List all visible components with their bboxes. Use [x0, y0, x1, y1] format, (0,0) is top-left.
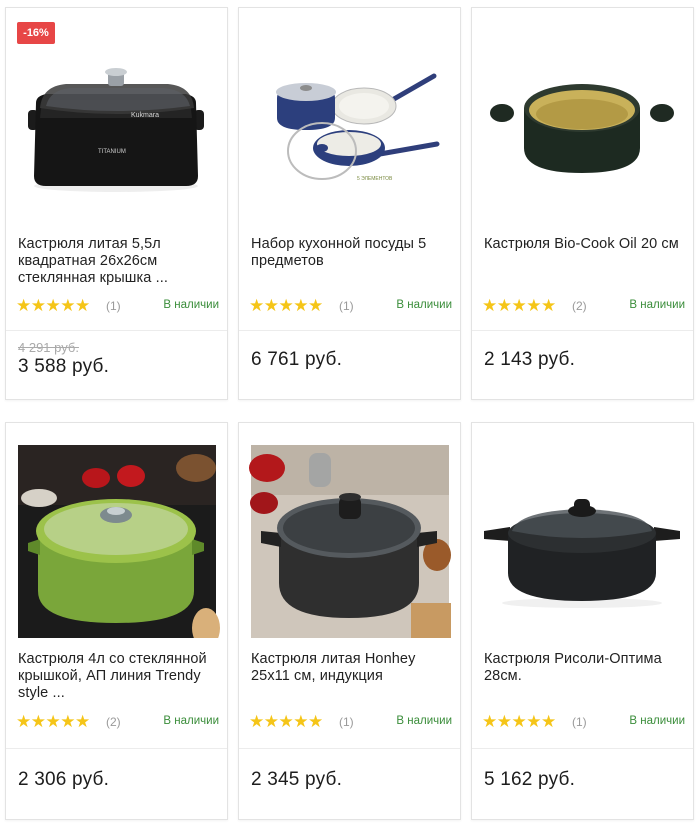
availability-status: В наличии	[629, 299, 685, 311]
svg-text:TITANIUM: TITANIUM	[98, 149, 126, 155]
review-count[interactable]: (1)	[339, 715, 354, 729]
price-block: 2 306 руб.	[18, 769, 109, 791]
price: 2 345 руб.	[251, 769, 343, 790]
product-title[interactable]: Кастрюля литая Honhey 25х11 см, индукция	[251, 651, 451, 685]
product-card[interactable]: Кастрюля Bio-Cook Oil 20 см ★★★★★ (2) В …	[471, 7, 694, 400]
availability-status: В наличии	[629, 715, 685, 727]
product-card[interactable]: Kukmara TITANIUM -16% Кастрюля литая 5,5…	[5, 7, 228, 400]
price-block: 4 291 руб. 3 588 руб.	[18, 340, 109, 378]
rating-row: ★★★★★ (2) В наличии	[16, 713, 219, 731]
star-rating-icon: ★★★★★	[482, 712, 556, 731]
product-image[interactable]	[239, 423, 460, 638]
svg-text:Kukmara: Kukmara	[131, 112, 159, 119]
price: 2 306 руб.	[18, 769, 110, 790]
black-casserole-image	[484, 499, 680, 608]
rating-row: ★★★★★ (1) В наличии	[16, 297, 219, 315]
divider	[472, 330, 693, 331]
price: 5 162 руб.	[484, 769, 576, 790]
product-title[interactable]: Кастрюля Bio-Cook Oil 20 см	[484, 236, 684, 253]
review-count[interactable]: (1)	[339, 299, 354, 313]
green-pot-image	[490, 84, 674, 173]
price-block: 2 143 руб.	[484, 349, 575, 371]
price: 2 143 руб.	[484, 349, 576, 370]
review-count[interactable]: (1)	[572, 715, 587, 729]
star-rating-icon: ★★★★★	[249, 712, 323, 731]
rating-row: ★★★★★ (1) В наличии	[249, 297, 452, 315]
availability-status: В наличии	[163, 715, 219, 727]
product-title[interactable]: Кастрюля Рисоли-Оптима 28см.	[484, 651, 684, 685]
price-block: 5 162 руб.	[484, 769, 575, 791]
product-card[interactable]: Кастрюля 4л со стеклянной крышкой, АП ли…	[5, 422, 228, 820]
product-card[interactable]: Кастрюля литая Honhey 25х11 см, индукция…	[238, 422, 461, 820]
price-block: 6 761 руб.	[251, 349, 342, 371]
product-title[interactable]: Набор кухонной посуды 5 предметов	[251, 236, 451, 270]
availability-status: В наличии	[396, 715, 452, 727]
star-rating-icon: ★★★★★	[249, 296, 323, 315]
divider	[472, 748, 693, 749]
product-title[interactable]: Кастрюля литая 5,5л квадратная 26х26см с…	[18, 236, 218, 287]
product-card[interactable]: 5 ЭЛЕМЕНТОВ Набор кухонной посуды 5 пред…	[238, 7, 461, 400]
review-count[interactable]: (1)	[106, 299, 121, 313]
price-block: 2 345 руб.	[251, 769, 342, 791]
image-slider-indicator	[251, 423, 319, 427]
star-rating-icon: ★★★★★	[16, 296, 90, 315]
discount-badge: -16%	[17, 22, 55, 44]
availability-status: В наличии	[163, 299, 219, 311]
product-image[interactable]	[472, 423, 693, 638]
product-image[interactable]	[6, 423, 227, 638]
review-count[interactable]: (2)	[572, 299, 587, 313]
divider	[6, 330, 227, 331]
divider	[239, 330, 460, 331]
old-price: 4 291 руб.	[18, 340, 79, 355]
divider	[239, 748, 460, 749]
product-card[interactable]: Кастрюля Рисоли-Оптима 28см. ★★★★★ (1) В…	[471, 422, 694, 820]
image-slider-indicator	[18, 423, 113, 427]
star-rating-icon: ★★★★★	[16, 712, 90, 731]
price: 3 588 руб.	[18, 356, 110, 377]
granite-pot-photo	[249, 445, 451, 638]
star-rating-icon: ★★★★★	[482, 296, 556, 315]
price: 6 761 руб.	[251, 349, 343, 370]
divider	[6, 748, 227, 749]
product-title[interactable]: Кастрюля 4л со стеклянной крышкой, АП ли…	[18, 651, 218, 702]
cookware-set-image: 5 ЭЛЕМЕНТОВ	[276, 73, 440, 182]
svg-text:5 ЭЛЕМЕНТОВ: 5 ЭЛЕМЕНТОВ	[357, 176, 393, 182]
review-count[interactable]: (2)	[106, 715, 121, 729]
lime-pot-photo	[18, 445, 220, 638]
rating-row: ★★★★★ (1) В наличии	[249, 713, 452, 731]
rating-row: ★★★★★ (1) В наличии	[482, 713, 685, 731]
availability-status: В наличии	[396, 299, 452, 311]
product-image[interactable]	[472, 8, 693, 223]
product-image[interactable]: 5 ЭЛЕМЕНТОВ	[239, 8, 460, 223]
rating-row: ★★★★★ (2) В наличии	[482, 297, 685, 315]
